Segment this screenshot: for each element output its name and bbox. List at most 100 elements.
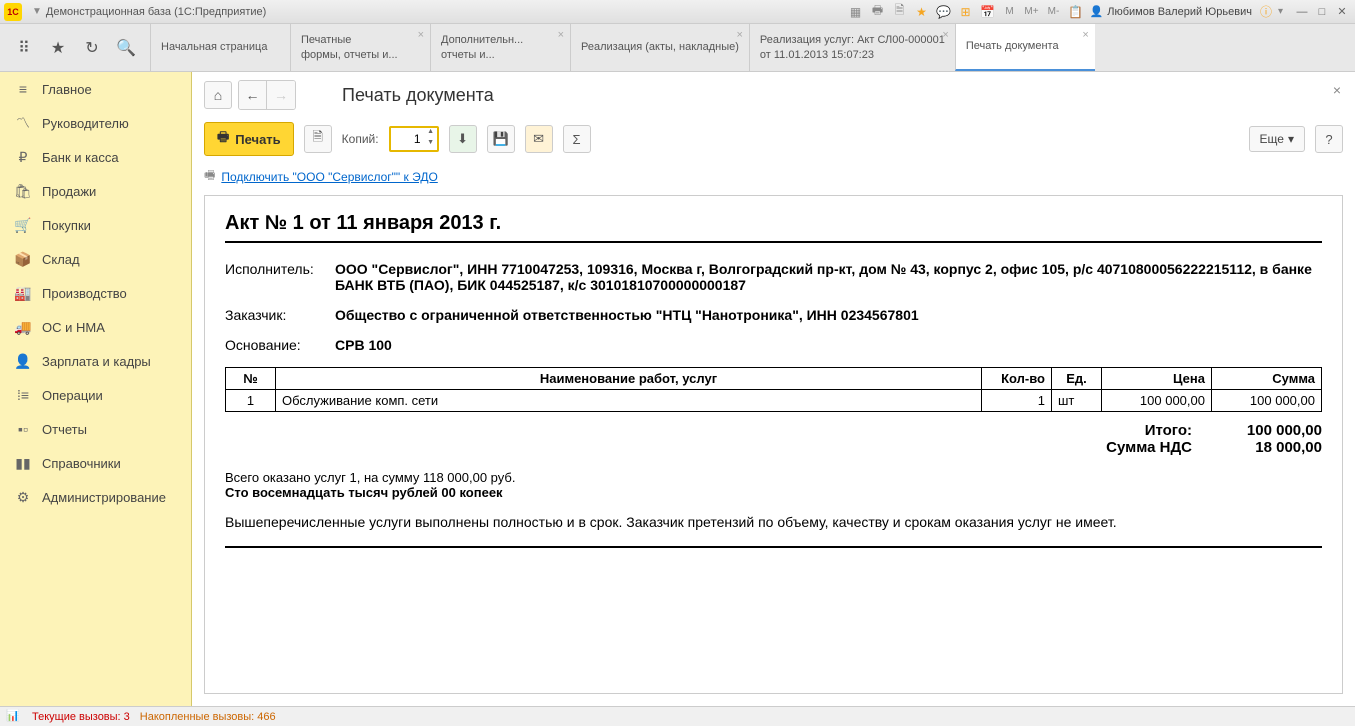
chart-icon: 〽 [14,114,32,132]
tab-print-forms[interactable]: × Печатные формы, отчеты и... [290,24,430,71]
main-content-row: ≡Главное 〽Руководителю ₽Банк и касса 🛍Пр… [0,72,1355,706]
search-icon[interactable]: 🔍 [116,38,136,58]
factory-icon: 🏭 [14,284,32,302]
preview-button[interactable]: 🗎 [304,125,332,153]
grid-icon[interactable]: ▦ [848,4,864,20]
basis-label: Основание: [225,337,335,353]
sidebar-label: Главное [42,82,92,97]
col-price: Цена [1102,368,1212,390]
dropdown-icon[interactable]: ▼ [32,6,42,17]
cell-num: 1 [226,390,276,412]
user-name: Любимов Валерий Юрьевич [1107,6,1252,18]
home-button[interactable]: ⌂ [204,81,232,109]
document-viewport[interactable]: Акт № 1 от 11 января 2013 г. Исполнитель… [204,195,1343,694]
sidebar-item-catalogs[interactable]: ▮▮Справочники [0,446,191,480]
tab-close-icon[interactable]: × [558,28,564,42]
tab-print-document[interactable]: × Печать документа [955,24,1095,71]
doc-icon[interactable]: 🗎 [892,4,908,20]
sidebar-item-assets[interactable]: 🚚ОС и НМА [0,310,191,344]
edo-link[interactable]: Подключить "ООО "Сервислог"" к ЭДО [221,170,437,184]
cell-price: 100 000,00 [1102,390,1212,412]
favorite-icon[interactable]: ★ [48,38,68,58]
printer-icon: 🖶 [217,128,229,150]
history-icon[interactable]: ↻ [82,38,102,58]
sidebar-item-purchases[interactable]: 🛒Покупки [0,208,191,242]
col-sum: Сумма [1212,368,1322,390]
save-button[interactable]: 💾 [487,125,515,153]
cell-unit: шт [1052,390,1102,412]
sidebar-item-reports[interactable]: ▪▫ Отчеты [0,412,191,446]
more-button[interactable]: Еще ▾ [1249,126,1305,152]
sidebar-item-main[interactable]: ≡Главное [0,72,191,106]
info-dropdown-icon[interactable]: ▾ [1278,6,1283,17]
person-icon: 👤 [14,352,32,370]
summary-line: Всего оказано услуг 1, на сумму 118 000,… [225,470,1322,485]
status-icon: 📊 [6,709,22,725]
tab-additional-reports[interactable]: × Дополнительн... отчеты и... [430,24,570,71]
print-label: Печать [235,132,280,147]
minimize-button[interactable]: — [1293,4,1311,20]
tab-close-icon[interactable]: × [1082,28,1088,42]
calendar-icon[interactable]: 📅 [980,4,996,20]
sidebar-label: Операции [42,388,103,403]
tab-start-page[interactable]: Начальная страница [150,24,290,71]
close-button[interactable]: ✕ [1333,4,1351,20]
print-icon[interactable]: 🖶 [870,4,886,20]
customer-value: Общество с ограниченной ответственностью… [335,307,1322,323]
sum-button[interactable]: Σ [563,125,591,153]
sidebar-item-production[interactable]: 🏭Производство [0,276,191,310]
edo-row: 🖷 Подключить "ООО "Сервислог"" к ЭДО [192,164,1355,195]
chat-icon[interactable]: 💬 [936,4,952,20]
sidebar-label: Банк и касса [42,150,119,165]
cell-name: Обслуживание комп. сети [276,390,982,412]
copies-spinner[interactable]: ▲▼ [425,128,437,150]
clipboard-icon[interactable]: 📋 [1068,4,1084,20]
m-plus-button[interactable]: M+ [1024,4,1040,20]
help-button[interactable]: ? [1315,125,1343,153]
back-button[interactable]: ← [239,81,267,109]
sidebar-item-sales[interactable]: 🛍Продажи [0,174,191,208]
user-indicator[interactable]: 👤 Любимов Валерий Юрьевич [1084,5,1258,18]
col-name: Наименование работ, услуг [276,368,982,390]
sidebar-label: Зарплата и кадры [42,354,151,369]
sidebar-item-operations[interactable]: ⁞≡ Операции [0,378,191,412]
calc-icon[interactable]: ⊞ [958,4,974,20]
total-value: 100 000,00 [1212,422,1322,439]
forward-button[interactable]: → [267,81,295,109]
info-icon[interactable]: ⓘ [1258,4,1274,20]
tab-close-icon[interactable]: × [418,28,424,42]
books-icon: ▮▮ [14,454,32,472]
tab-realization-act[interactable]: × Реализация услуг: Акт СЛ00-000001 от 1… [749,24,955,71]
conclusion-text: Вышеперечисленные услуги выполнены полно… [225,514,1322,548]
fax-icon: 🖷 [204,166,215,187]
sidebar-item-warehouse[interactable]: 📦Склад [0,242,191,276]
export-button[interactable]: ⬇ [449,125,477,153]
apps-icon[interactable]: ⠿ [14,38,34,58]
cell-sum: 100 000,00 [1212,390,1322,412]
sidebar-item-hr[interactable]: 👤 Зарплата и кадры [0,344,191,378]
sidebar-item-admin[interactable]: ⚙Администрирование [0,480,191,514]
email-button[interactable]: ✉ [525,125,553,153]
print-button[interactable]: 🖶 Печать [204,122,294,156]
sidebar-item-bank[interactable]: ₽Банк и касса [0,140,191,174]
m-button[interactable]: M [1002,4,1018,20]
bars-icon: ▪▫ [14,420,32,438]
bag-icon: 🛍 [14,182,32,200]
summary-words: Сто восемнадцать тысяч рублей 00 копеек [225,485,1322,500]
sidebar-label: Отчеты [42,422,87,437]
list-icon: ⁞≡ [14,386,32,404]
maximize-button[interactable]: □ [1313,4,1331,20]
sidebar-item-manager[interactable]: 〽Руководителю [0,106,191,140]
accumulated-calls: Накопленные вызовы: 466 [140,711,276,723]
m-minus-button[interactable]: M- [1046,4,1062,20]
tab-label: Реализация (акты, накладные) [581,40,739,54]
tab-close-icon[interactable]: × [942,28,948,42]
table-row: 1 Обслуживание комп. сети 1 шт 100 000,0… [226,390,1322,412]
totals: Итого: 100 000,00 Сумма НДС 18 000,00 [225,422,1322,456]
star-icon[interactable]: ★ [914,4,930,20]
tab-realization[interactable]: × Реализация (акты, накладные) [570,24,749,71]
tab-label: Печать документа [966,39,1085,53]
tab-close-icon[interactable]: × [736,28,742,42]
close-page-icon[interactable]: × [1333,82,1341,98]
nav-group: ← → [238,80,296,110]
